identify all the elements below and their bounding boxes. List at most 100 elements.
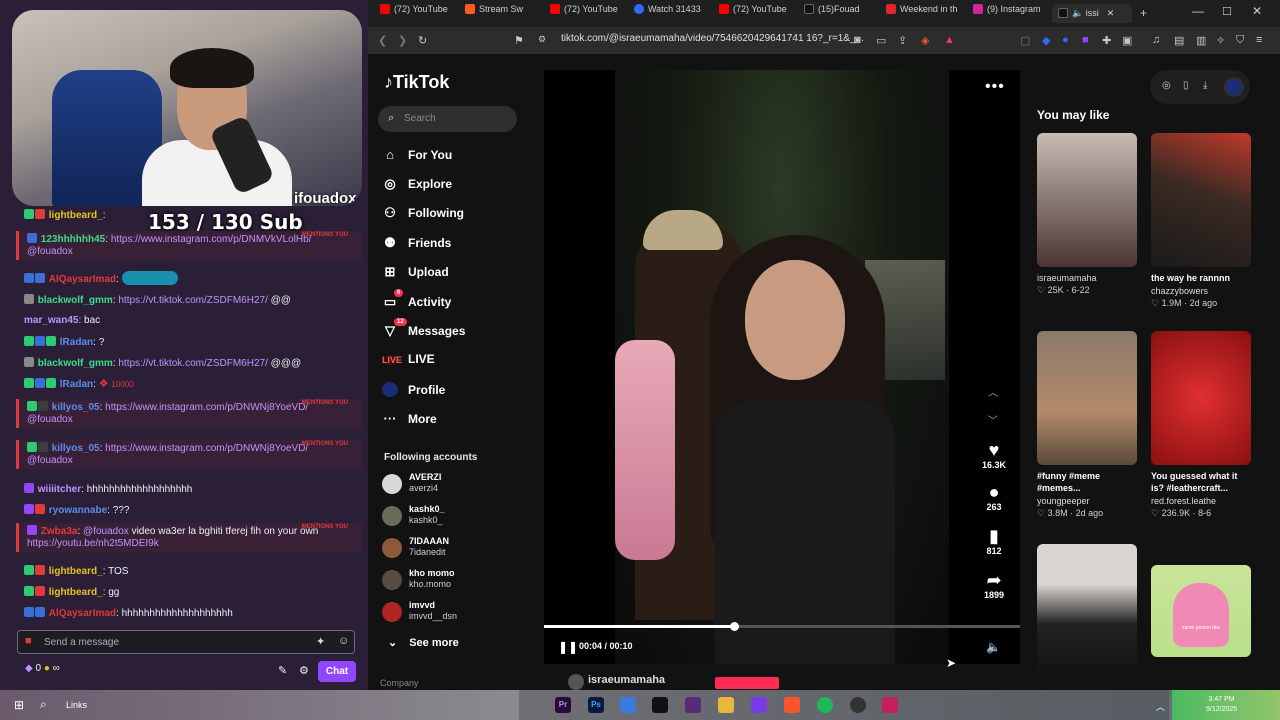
close-tab-icon[interactable]: ✕ <box>1107 8 1115 18</box>
chat-link[interactable]: https://vt.tiktok.com/ZSDFM6H27/ <box>118 358 267 369</box>
chat-username[interactable]: AlQaysarImad <box>49 608 116 619</box>
company-link[interactable]: Company <box>380 678 419 688</box>
spotify-icon[interactable] <box>817 697 833 713</box>
suggested-video-card[interactable]: the way he rannnn chazzybowers ♡ 1.9M · … <box>1151 133 1251 309</box>
chat-username[interactable]: mar_wan45 <box>24 315 78 326</box>
download-icon[interactable]: ⤓ <box>1203 80 1207 91</box>
nav-more[interactable]: ··· More <box>382 411 437 426</box>
chat-username[interactable]: ryowannabe <box>49 505 107 516</box>
forward-icon[interactable]: ❯ <box>398 34 407 47</box>
nav-explore[interactable]: ◎ Explore <box>382 176 452 192</box>
chat-send-button[interactable]: Chat <box>318 661 356 682</box>
search-icon[interactable]: ⌕ <box>40 697 47 712</box>
chat-username[interactable]: AlQaysarImad <box>49 274 116 285</box>
chevron-down-icon[interactable]: ﹀ <box>988 408 998 436</box>
chevron-up-icon[interactable]: ︿ <box>988 380 998 408</box>
emote-picker-icon[interactable]: ☺ <box>338 635 352 649</box>
chat-input[interactable]: ■ Send a message ✦ ☺ <box>17 630 355 654</box>
back-icon[interactable]: ❮ <box>378 34 387 47</box>
nav-friends[interactable]: ⚉ Friends <box>382 235 451 251</box>
chat-link[interactable]: https://www.instagram.com/p/DNMVkVLolHb/ <box>111 234 312 245</box>
nav-upload[interactable]: ⊞ Upload <box>382 264 449 280</box>
chat-username[interactable]: lightbeard_ <box>49 587 103 598</box>
share-button[interactable]: ➦ 1899 <box>980 570 1008 600</box>
chat-username[interactable]: lightbeard_ <box>49 566 103 577</box>
screen-icon[interactable]: ▭ <box>876 34 886 47</box>
browser-tab[interactable]: Watch 31433 <box>634 4 714 23</box>
settings-icon[interactable]: ⚙ <box>299 664 309 677</box>
browser-tab[interactable]: Stream Sw <box>465 4 545 23</box>
pause-icon[interactable]: ❚❚ <box>558 640 578 654</box>
browser-tab[interactable]: (72) YouTube <box>380 4 464 23</box>
nav-profile[interactable]: Profile <box>382 382 445 397</box>
browser-tab[interactable]: (72) YouTube <box>719 4 799 23</box>
app-icon[interactable] <box>882 697 898 713</box>
save-button[interactable]: ▮ 812 <box>980 526 1008 556</box>
nav-for-you[interactable]: ⌂ For You <box>382 147 452 162</box>
camera-icon[interactable]: ◙ <box>854 34 861 46</box>
chat-mention[interactable]: @fouadox <box>27 246 73 257</box>
extension-icon[interactable]: ● <box>1062 34 1069 46</box>
chat-link[interactable]: https://youtu.be/nh2t5MDEI9k <box>27 538 159 549</box>
chat-username[interactable]: Zwba3a <box>41 526 78 537</box>
extensions-icon[interactable]: ✚ <box>1102 34 1111 47</box>
nav-following[interactable]: ⚇ Following <box>382 205 464 221</box>
chat-username[interactable]: 123hhhhhh45 <box>41 234 105 245</box>
chat-link[interactable]: https://www.instagram.com/p/DNWNj8YoeVD/ <box>105 402 308 413</box>
obs-icon[interactable] <box>850 697 866 713</box>
app-icon[interactable] <box>751 697 767 713</box>
wallet-icon[interactable]: ▣ <box>1122 34 1132 47</box>
brave-shield-icon[interactable]: ◈ <box>921 34 929 47</box>
nav-live[interactable]: LIVE LIVE <box>382 352 435 366</box>
minimize-icon[interactable]: — <box>1192 4 1204 18</box>
chat-mention[interactable]: @fouadox <box>27 455 73 466</box>
chat-link[interactable]: https://vt.tiktok.com/ZSDFM6H27/ <box>118 295 267 306</box>
see-more-button[interactable]: ⌄ See more <box>388 636 459 649</box>
follow-button[interactable] <box>715 677 779 689</box>
site-info-icon[interactable]: ⚙ <box>538 34 546 45</box>
suggested-video-card[interactable]: #funny #meme #memes... youngpeeper ♡ 3.8… <box>1037 331 1137 519</box>
maximize-icon[interactable]: ☐ <box>1222 5 1232 18</box>
browser-tab[interactable]: (9) Instagram <box>973 4 1049 23</box>
author-avatar[interactable] <box>568 674 584 690</box>
volume-icon[interactable]: 🔈 <box>986 640 1001 654</box>
chat-badge-icon[interactable]: ■ <box>25 635 39 649</box>
file-explorer-icon[interactable] <box>718 697 734 713</box>
system-clock[interactable]: 3:47 PM 9/12/2025 <box>1206 695 1237 715</box>
reading-list-icon[interactable]: ▤ <box>1174 34 1184 47</box>
suggested-video-card[interactable]: You guessed what it is? #leathercraft...… <box>1151 331 1251 519</box>
mod-icon[interactable]: ✎ <box>278 664 287 677</box>
app-icon[interactable] <box>620 697 636 713</box>
like-button[interactable]: ♥ 16.3K <box>980 440 1008 470</box>
bits-icon[interactable]: ✦ <box>316 635 330 649</box>
rewards-icon[interactable]: ▲ <box>944 34 955 46</box>
chat-username[interactable]: lRadan <box>60 379 93 390</box>
browser-tab[interactable]: (15)Fouad <box>804 4 872 23</box>
explore-icon[interactable]: ◎ <box>1162 80 1171 91</box>
music-icon[interactable]: ♫ <box>1152 34 1160 46</box>
chat-username[interactable]: killyos_05 <box>52 443 100 454</box>
browser-tab[interactable]: (72) YouTube <box>550 4 630 23</box>
user-avatar[interactable] <box>1224 77 1244 97</box>
ai-icon[interactable]: ✧ <box>1216 34 1225 47</box>
brave-icon[interactable] <box>784 697 800 713</box>
author-name[interactable]: israeumamaha <box>588 674 665 686</box>
taskbar-search-label[interactable]: Links <box>66 700 87 710</box>
device-icon[interactable]: ▯ <box>1183 80 1189 91</box>
browser-tab[interactable]: Weekend in th <box>886 4 966 23</box>
comment-button[interactable]: ● 263 <box>980 482 1008 512</box>
chat-mention[interactable]: @fouadox <box>27 414 73 425</box>
menu-icon[interactable]: ≡ <box>1256 34 1262 46</box>
nav-messages[interactable]: ▽ 12 Messages <box>382 318 465 339</box>
chat-username[interactable]: blackwolf_gmm <box>38 295 113 306</box>
suggested-video-card[interactable] <box>1037 544 1137 678</box>
video-player[interactable]: ❚❚ 00:04 / 00:10 <box>544 70 1020 664</box>
more-options-icon[interactable]: ••• <box>985 78 1005 96</box>
suggested-video-card[interactable]: same person btw <box>1151 565 1251 657</box>
premiere-icon[interactable]: Pr <box>555 697 571 713</box>
close-window-icon[interactable]: ✕ <box>1252 4 1262 18</box>
reload-icon[interactable]: ↻ <box>418 34 427 47</box>
chat-username[interactable]: lRadan <box>60 337 93 348</box>
sidebar-icon[interactable]: ▥ <box>1196 34 1206 47</box>
browser-tab-active[interactable]: 🔈 issi ✕ <box>1052 4 1132 23</box>
